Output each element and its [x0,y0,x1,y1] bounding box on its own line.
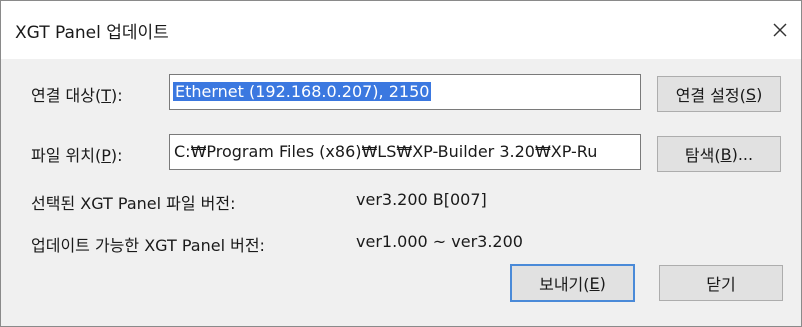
send-button[interactable]: 보내기(E) [510,264,635,302]
connection-target-value: Ethernet (192.168.0.207), 2150 [173,82,432,101]
close-window-button[interactable] [765,15,795,45]
connection-settings-button[interactable]: 연결 설정(S) [657,76,781,112]
send-label: 보내기( [539,275,590,294]
update-dialog: XGT Panel 업데이트 연결 대상(T): Ethernet (192.1… [0,0,802,327]
file-location-label-text: 파일 위치( [31,146,102,165]
connection-settings-suffix: ) [756,84,763,104]
selected-version-label: 선택된 XGT Panel 파일 버전: [31,194,236,213]
connection-settings-label: 연결 설정( [675,86,746,105]
window-title: XGT Panel 업데이트 [15,23,169,43]
connection-settings-mnemonic: S [745,84,757,104]
close-icon [773,23,787,37]
browse-suffix: )... [731,144,754,164]
file-location-label: 파일 위치(P): [31,142,123,166]
send-suffix: ) [599,273,606,293]
file-location-mnemonic: P [101,146,111,165]
connection-target-mnemonic: T [101,86,111,105]
file-location-label-suffix: ): [110,146,123,165]
updatable-version-label: 업데이트 가능한 XGT Panel 버전: [31,236,265,255]
selected-version-value: ver3.200 B[007] [356,190,487,209]
browse-label: 탐색( [684,146,721,165]
send-mnemonic: E [589,273,600,293]
connection-target-label: 연결 대상(T): [31,82,123,106]
connection-target-label-text: 연결 대상( [31,86,102,105]
file-location-field[interactable]: C:₩Program Files (x86)₩LS₩XP-Builder 3.2… [169,134,641,170]
title-bar: XGT Panel 업데이트 [1,1,801,59]
browse-mnemonic: B [720,144,732,164]
connection-target-field[interactable]: Ethernet (192.168.0.207), 2150 [169,74,641,110]
connection-target-label-suffix: ): [111,86,123,105]
updatable-version-value: ver1.000 ~ ver3.200 [356,232,523,251]
close-button[interactable]: 닫기 [659,265,783,301]
file-location-value: C:₩Program Files (x86)₩LS₩XP-Builder 3.2… [174,142,598,161]
browse-button[interactable]: 탐색(B)... [657,136,781,172]
